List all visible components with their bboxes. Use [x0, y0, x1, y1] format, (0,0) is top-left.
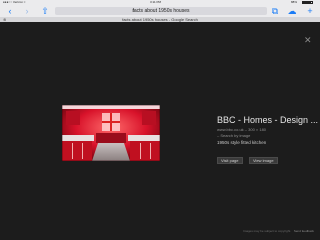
kitchen-image [62, 105, 160, 161]
send-feedback-link[interactable]: Send feedback [294, 229, 314, 233]
new-tab-icon[interactable]: + [305, 6, 315, 16]
address-bar[interactable]: ⌕ facts about 1950s houses [55, 7, 267, 15]
image-viewer: ✕ BBC - Homes - Design ... www.bbc.co.uk… [0, 22, 320, 240]
image-caption: 1950s style fitted kitchen [217, 140, 267, 145]
image-title-link[interactable]: BBC - Homes - Design ... [217, 115, 318, 126]
action-buttons: Visit page View image [217, 149, 317, 164]
icloud-tabs-icon[interactable]: ☁ [287, 6, 297, 16]
reading-list-icon[interactable]: ⧉ [270, 6, 280, 16]
carrier-label: ●●●○○ Verizon ≈ [3, 0, 26, 4]
browser-toolbar: ‹ › ⇧ ⌕ facts about 1950s houses ⧉ ☁ + [0, 5, 320, 17]
browser-chrome: ●●●○○ Verizon ≈ 3:11 PM 88% ‹ › ⇧ ⌕ fact… [0, 0, 320, 22]
kitchen-photo[interactable] [62, 105, 160, 161]
back-icon[interactable]: ‹ [5, 6, 15, 16]
address-text: facts about 1950s houses [132, 8, 190, 14]
image-info-panel: BBC - Homes - Design ... www.bbc.co.uk –… [217, 115, 318, 164]
copyright-footer: Images may be subject to copyright. Send… [243, 229, 314, 233]
visit-page-button[interactable]: Visit page [217, 157, 243, 164]
share-icon[interactable]: ⇧ [40, 6, 50, 16]
forward-icon[interactable]: › [22, 6, 32, 16]
image-source[interactable]: www.bbc.co.uk – 300 × 180 [217, 127, 317, 132]
view-image-button[interactable]: View image [248, 157, 278, 164]
battery-icon [302, 1, 313, 4]
copyright-notice: Images may be subject to copyright. [243, 229, 292, 233]
close-icon[interactable]: ✕ [304, 36, 312, 45]
battery-percent: 88% [291, 0, 298, 4]
clock: 3:11 PM [150, 0, 161, 4]
search-by-image-link[interactable]: – Search by image [217, 133, 317, 138]
